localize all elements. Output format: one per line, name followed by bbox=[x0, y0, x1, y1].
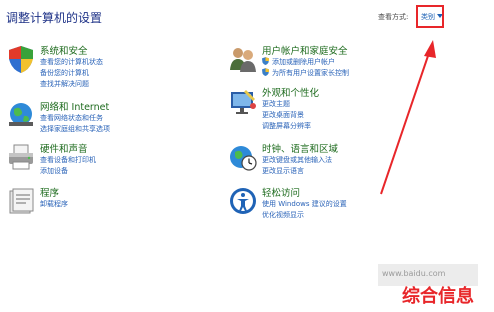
corner-badge: 综合信息 bbox=[402, 286, 474, 307]
watermark-text: www.baidu.com bbox=[382, 269, 446, 278]
